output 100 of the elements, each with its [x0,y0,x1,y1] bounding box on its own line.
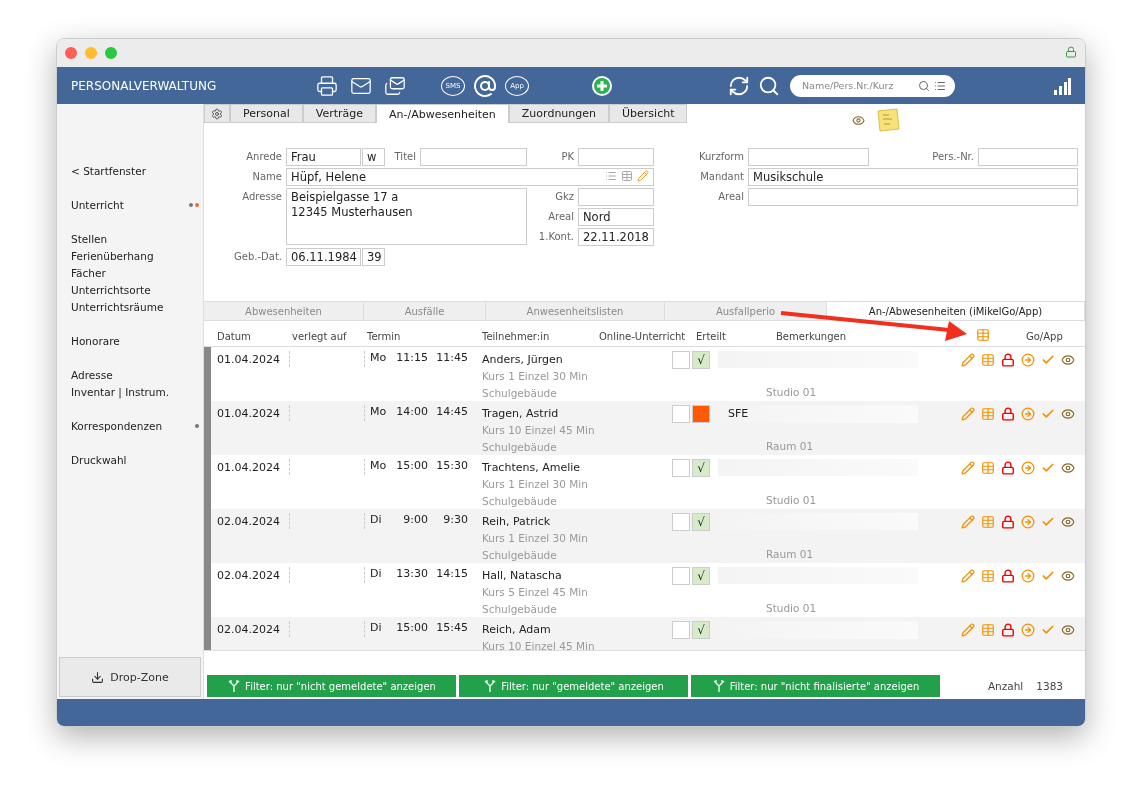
text-field[interactable] [978,148,1078,166]
close-button[interactable] [65,47,77,59]
check-icon[interactable] [1041,569,1055,583]
settings-icon[interactable] [204,104,230,123]
given-checkbox[interactable] [692,405,710,423]
printer-icon[interactable] [316,74,338,97]
list-icon[interactable] [934,79,946,92]
online-checkbox[interactable] [672,405,690,423]
sidebar-item[interactable]: Unterrichtsorte [71,283,151,296]
lock-icon[interactable] [1001,515,1015,529]
text-field[interactable] [578,148,654,166]
text-field[interactable] [420,148,527,166]
sidebar-item[interactable]: Honorare [71,334,120,347]
arrow-circle-icon[interactable] [1021,623,1035,637]
arrow-circle-icon[interactable] [1021,407,1035,421]
check-icon[interactable] [1041,461,1055,475]
arrow-circle-icon[interactable] [1021,353,1035,367]
table-icon[interactable] [981,623,995,637]
tab[interactable]: An-/Abwesenheiten [376,104,509,123]
at-icon[interactable] [473,73,497,98]
check-icon[interactable] [1041,353,1055,367]
tab[interactable]: Verträge [302,104,377,123]
given-checkbox[interactable]: √ [692,567,710,585]
field-label: Name [251,170,283,184]
text-field[interactable]: w [362,148,385,166]
search-icon[interactable] [918,79,930,92]
arrow-circle-icon[interactable] [1021,569,1035,583]
lock-icon[interactable] [1001,461,1015,475]
text-field[interactable] [748,148,869,166]
sidebar-item[interactable]: Adresse [71,368,113,381]
eye-icon[interactable] [1061,515,1075,529]
online-checkbox[interactable] [672,567,690,585]
online-checkbox[interactable] [672,513,690,531]
text-field[interactable]: 39 [362,248,385,266]
sidebar-item[interactable]: Druckwahl [71,453,127,466]
address-field[interactable]: Beispielgasse 17 a 12345 Musterhausen [286,188,527,245]
given-checkbox[interactable]: √ [692,621,710,639]
sidebar-item[interactable]: Korrespondenzen [71,419,163,432]
minimize-button[interactable] [85,47,97,59]
arrow-circle-icon[interactable] [1021,461,1035,475]
table-icon[interactable] [981,407,995,421]
eye-icon[interactable] [1061,569,1075,583]
given-checkbox[interactable]: √ [692,459,710,477]
table-icon[interactable] [976,328,990,342]
given-checkbox[interactable]: √ [692,351,710,369]
sidebar-item[interactable]: Unterrichtsräume [71,300,164,313]
online-checkbox[interactable] [672,351,690,369]
given-checkbox[interactable]: √ [692,513,710,531]
eye-icon[interactable] [852,113,865,127]
lock-icon[interactable] [1001,623,1015,637]
search-icon[interactable] [758,74,780,97]
search-field[interactable]: Name/Pers.Nr./Kurz [790,74,955,97]
text-field[interactable] [578,188,654,206]
date-cell-text: 02.04.2024 [217,568,281,584]
pencil-icon[interactable] [961,515,975,529]
check-icon[interactable] [1041,515,1055,529]
text-field[interactable]: 06.11.1984 [286,248,361,266]
text-field[interactable]: Nord [578,208,654,226]
sidebar-item[interactable]: Unterricht [71,198,124,211]
sidebar-item[interactable]: Stellen [71,232,108,245]
sidebar-item[interactable]: Fächer [71,266,106,279]
drop-zone-button[interactable]: Drop-Zone [59,657,201,697]
sidebar-item[interactable]: < Startfenster [71,164,146,177]
online-checkbox[interactable] [672,459,690,477]
sidebar-item[interactable]: Ferienüberhang [71,249,154,262]
pencil-icon[interactable] [961,407,975,421]
lock-icon[interactable] [1001,407,1015,421]
text-field[interactable] [748,188,1078,206]
eye-icon[interactable] [1061,353,1075,367]
tab[interactable]: Zuordnungen [508,104,609,123]
check-icon[interactable] [1041,407,1055,421]
mails-icon[interactable] [384,74,406,97]
pencil-icon[interactable] [961,623,975,637]
pencil-icon[interactable] [961,569,975,583]
table-icon[interactable] [981,461,995,475]
refresh-icon[interactable] [728,74,750,97]
table-icon[interactable] [981,569,995,583]
table-icon[interactable] [981,353,995,367]
text-field[interactable]: 22.11.2018 [578,228,654,246]
sticky-note-icon[interactable] [875,107,901,133]
eye-icon[interactable] [1061,461,1075,475]
lock-icon[interactable] [1001,569,1015,583]
check-icon[interactable] [1041,623,1055,637]
pencil-icon[interactable] [637,170,649,182]
table-icon[interactable] [981,515,995,529]
pencil-icon[interactable] [961,353,975,367]
lock-icon[interactable] [1001,353,1015,367]
pencil-icon[interactable] [961,461,975,475]
zoom-button[interactable] [105,47,117,59]
text-field[interactable]: Hüpf, Helene [286,168,654,186]
tab[interactable]: Übersicht [609,104,688,123]
arrow-circle-icon[interactable] [1021,515,1035,529]
sidebar-item[interactable]: Inventar | Instrum. [71,385,170,398]
online-checkbox[interactable] [672,621,690,639]
text-field[interactable]: Musikschule [748,168,1078,186]
eye-icon[interactable] [1061,407,1075,421]
text-field[interactable]: Frau [286,148,361,166]
eye-icon[interactable] [1061,623,1075,637]
add-icon[interactable] [591,74,613,97]
tab[interactable]: Personal [230,104,303,123]
